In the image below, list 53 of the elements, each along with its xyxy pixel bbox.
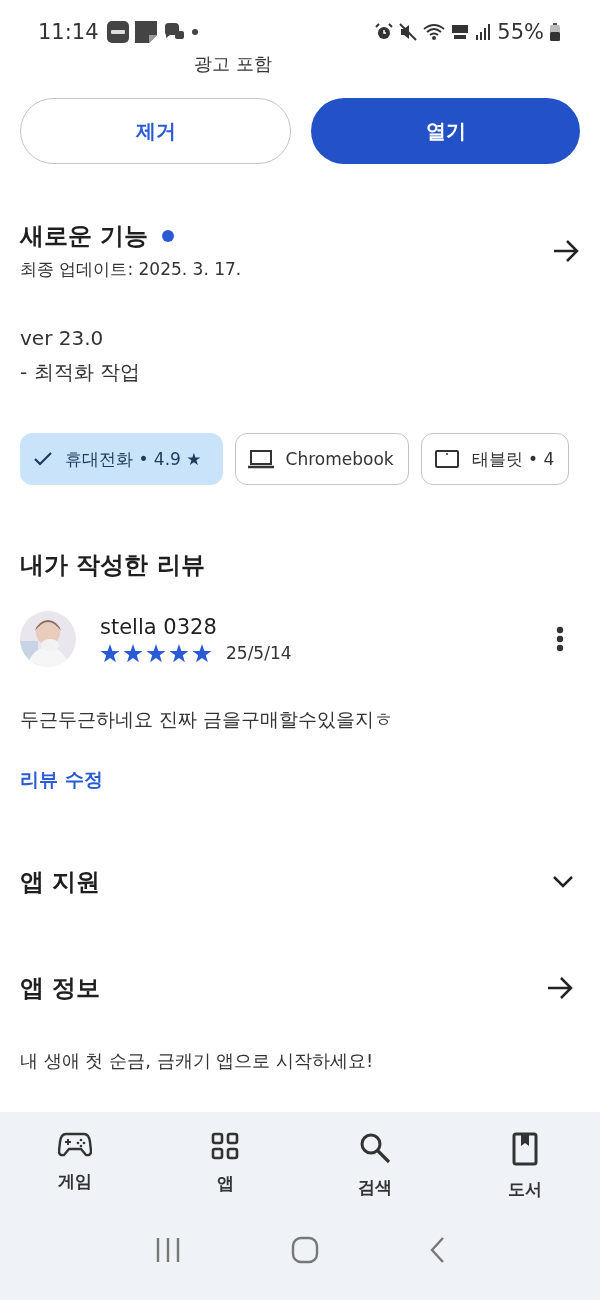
search-icon (359, 1132, 391, 1164)
release-note: - 최적화 작업 (20, 359, 141, 386)
edit-review-link[interactable]: 리뷰 수정 (0, 733, 600, 793)
nav-item[interactable]: 검색 (325, 1132, 425, 1199)
nav-item[interactable]: 도서 (475, 1132, 575, 1201)
dot-icon (190, 28, 199, 36)
review-date: 25/5/14 (226, 643, 292, 663)
open-button[interactable]: 열기 (311, 98, 580, 164)
star-icon (169, 643, 189, 663)
star-icon (192, 643, 212, 663)
reviewer-name: stella 0328 (100, 615, 218, 639)
section-title: 새로운 기능 (20, 221, 149, 252)
section-title: 앱 정보 (20, 973, 101, 1004)
back-icon[interactable] (429, 1236, 445, 1264)
mute-icon (399, 23, 418, 41)
wifi-icon (423, 23, 446, 41)
battery-percent: 55% (497, 20, 544, 44)
star-icon (123, 643, 143, 663)
star-icon (146, 643, 166, 663)
device-chip[interactable]: 태블릿 • 4 (420, 433, 570, 485)
ad-notice: 광고 포함 (193, 52, 273, 76)
arrow-right-icon[interactable] (546, 976, 574, 1000)
note-icon (134, 21, 157, 43)
nav-item[interactable]: 게임 (25, 1132, 125, 1193)
device-chip[interactable]: 휴대전화 • 4.9 ★ (20, 433, 223, 485)
review-text: 두근두근하네요 진짜 금을구매할수있을지ㅎ (19, 707, 395, 732)
star-icon (100, 643, 120, 663)
update-date: 최종 업데이트: 2025. 3. 17. (20, 258, 243, 281)
uninstall-button[interactable]: 제거 (20, 98, 291, 164)
home-icon[interactable] (291, 1236, 319, 1264)
apps-grid-icon (211, 1132, 239, 1160)
arrow-right-icon[interactable] (552, 238, 580, 263)
bookmark-book-icon (512, 1132, 538, 1166)
recent-apps-icon[interactable] (155, 1237, 181, 1263)
new-dot-icon (162, 230, 175, 242)
battery-icon (550, 23, 560, 41)
device-chip[interactable]: Chromebook (234, 433, 409, 485)
release-note: ver 23.0 (20, 325, 105, 352)
chat-icon (162, 22, 185, 42)
gamepad-icon (58, 1132, 92, 1158)
signal-icon (475, 24, 492, 40)
more-options-icon[interactable] (556, 626, 564, 652)
nav-item[interactable]: 앱 (175, 1132, 275, 1195)
alarm-icon (375, 23, 394, 41)
chevron-down-icon[interactable] (552, 875, 574, 889)
app-notification-icon (106, 21, 129, 43)
laptop-icon (247, 449, 274, 469)
tablet-icon (433, 449, 460, 469)
status-time: 11:14 (38, 20, 99, 44)
section-title: 앱 지원 (20, 867, 101, 898)
app-description: 내 생애 첫 순금, 금캐기 앱으로 시작하세요! (19, 1049, 375, 1073)
section-title: 내가 작성한 리뷰 (19, 550, 206, 581)
check-icon (33, 451, 53, 467)
